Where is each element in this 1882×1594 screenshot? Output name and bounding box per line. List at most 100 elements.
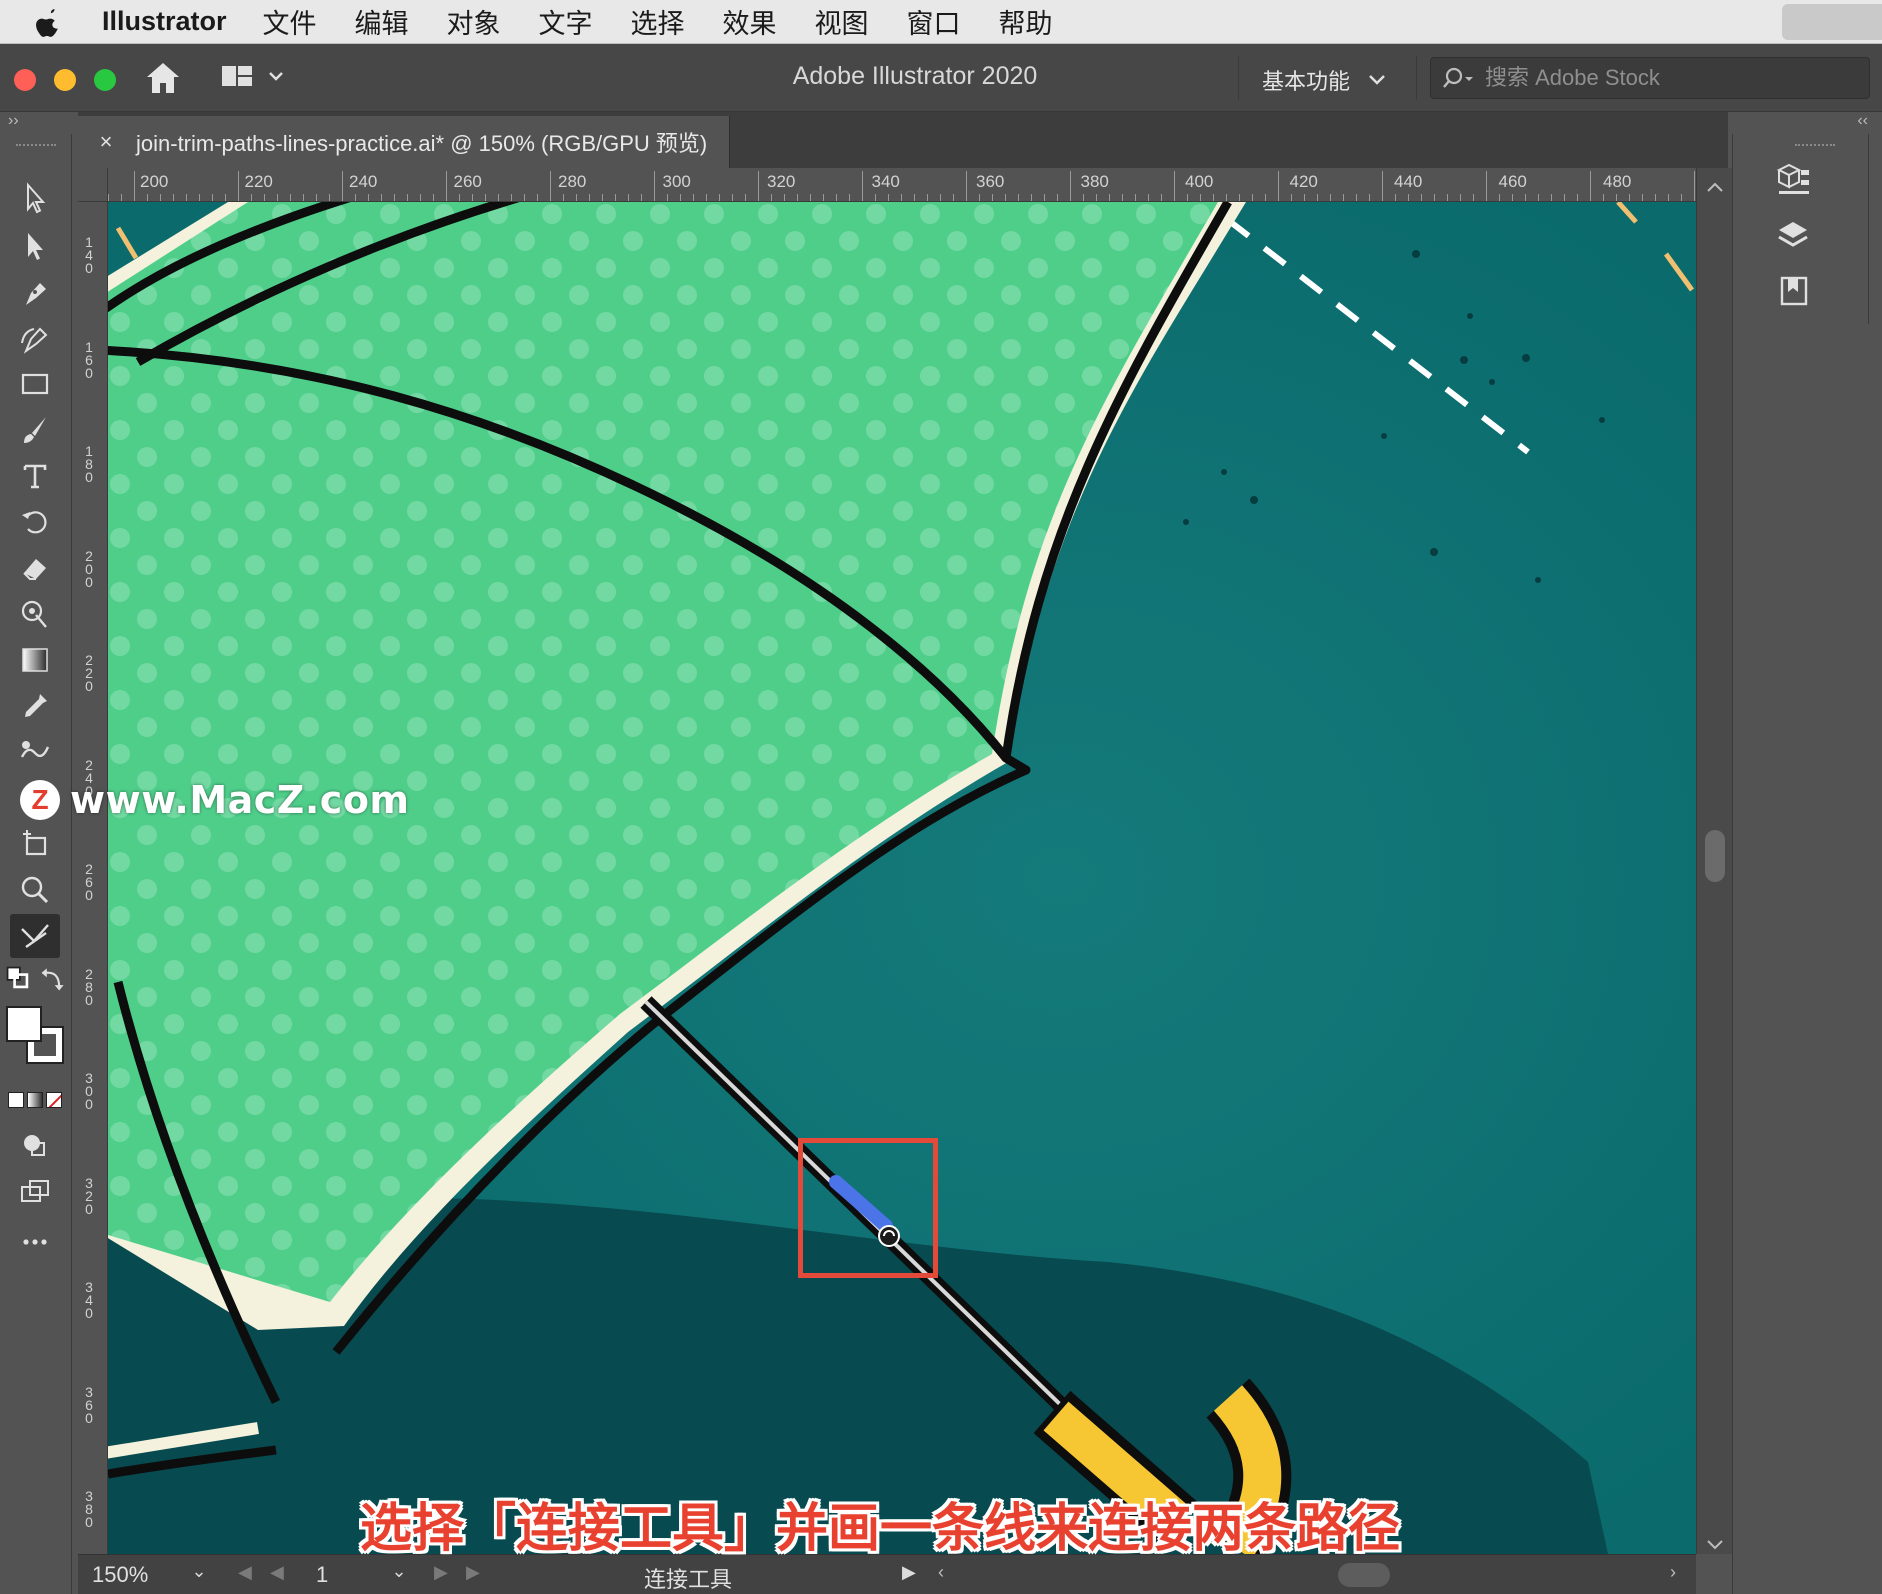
ruler-tick (966, 171, 967, 201)
ruler-tick (1408, 194, 1409, 201)
first-artboard-icon[interactable]: ◀ (238, 1562, 252, 1583)
fill-stroke-swatch[interactable] (6, 1006, 64, 1064)
ruler-tick (784, 194, 785, 201)
selection-tool-icon[interactable] (10, 176, 60, 220)
ruler-tick (1343, 194, 1344, 201)
status-menu-icon[interactable]: ▶ (902, 1562, 916, 1583)
menu-select[interactable]: 选择 (631, 2, 685, 41)
adobe-stock-search[interactable] (1430, 57, 1870, 99)
gradient-mode-icon[interactable] (27, 1092, 43, 1108)
stock-search-input[interactable] (1485, 65, 1855, 91)
ruler-tick (1187, 194, 1188, 201)
ruler-tick (1070, 171, 1071, 201)
scroll-left-icon[interactable]: ‹ (938, 1562, 944, 1583)
close-window-button[interactable] (14, 69, 36, 91)
apple-icon[interactable] (36, 7, 66, 37)
ruler-tick (979, 194, 980, 201)
rotate-tool-icon[interactable] (10, 500, 60, 544)
vertical-scrollbar[interactable] (1696, 168, 1732, 1554)
type-tool-icon[interactable] (10, 454, 60, 498)
home-icon[interactable] (144, 60, 182, 96)
join-tool-icon[interactable] (10, 914, 60, 958)
close-tab-icon[interactable]: × (88, 129, 124, 155)
ruler-tick (719, 194, 720, 201)
gradient-tool-icon[interactable] (10, 638, 60, 682)
arrange-documents-icon[interactable] (220, 62, 284, 92)
none-mode-icon[interactable] (46, 1092, 62, 1108)
ruler-tick (901, 194, 902, 201)
screen-mode-icon[interactable] (10, 1170, 60, 1214)
previous-artboard-icon[interactable]: ◀ (270, 1562, 284, 1583)
horizontal-ruler[interactable]: 200 220 240 260 280 300 320 340 360 380 … (108, 168, 1696, 202)
menu-object[interactable]: 对象 (447, 2, 501, 41)
scroll-right-icon[interactable]: › (1670, 1562, 1676, 1583)
default-colors-icon[interactable] (4, 964, 34, 994)
pen-tool-icon[interactable] (10, 270, 60, 314)
paintbrush-tool-icon[interactable] (10, 408, 60, 452)
current-tool-status[interactable]: 连接工具 (598, 1560, 898, 1592)
vertical-scroll-thumb[interactable] (1705, 830, 1725, 882)
ruler-tick (498, 194, 499, 201)
chevron-down-icon[interactable]: ⌄ (188, 1561, 210, 1585)
ruler-label: 300 (662, 172, 691, 191)
vertical-ruler[interactable]: 140160180200220240260280300320340360380 (78, 202, 108, 1554)
zoom-level-field[interactable]: 150% (82, 1559, 182, 1591)
collapse-tools-toggle[interactable]: ›› (0, 112, 80, 134)
eyedropper-tool-icon[interactable] (10, 684, 60, 728)
ruler-tick (693, 194, 694, 201)
zoom-tool-icon[interactable] (10, 868, 60, 912)
chevron-down-icon[interactable]: ⌄ (388, 1561, 410, 1585)
properties-panel-icon[interactable] (1769, 158, 1817, 202)
ruler-origin[interactable] (78, 168, 108, 202)
fill-swatch[interactable] (6, 1006, 42, 1042)
ruler-tick (537, 194, 538, 201)
eraser-tool-icon[interactable] (10, 546, 60, 590)
rectangle-tool-icon[interactable] (10, 362, 60, 406)
color-mode-icon[interactable] (8, 1092, 24, 1108)
menu-effect[interactable]: 效果 (723, 2, 777, 41)
ruler-tick (238, 171, 239, 201)
horizontal-scroll-thumb[interactable] (1338, 1563, 1390, 1587)
color-mode-buttons[interactable] (8, 1092, 64, 1112)
edit-toolbar-icon[interactable] (10, 1220, 60, 1264)
ruler-tick (1551, 194, 1552, 201)
menu-window[interactable]: 窗口 (907, 2, 961, 41)
panel-grip[interactable] (1795, 144, 1835, 150)
artboard-canvas[interactable] (108, 202, 1696, 1554)
blend-tool-icon[interactable] (10, 730, 60, 774)
zoom-level-value: 150% (92, 1562, 149, 1587)
menu-edit[interactable]: 编辑 (355, 2, 409, 41)
menu-help[interactable]: 帮助 (999, 2, 1053, 41)
swap-colors-icon[interactable] (38, 964, 68, 994)
next-artboard-icon[interactable]: ▶ (434, 1562, 448, 1583)
collapse-dock-toggle[interactable]: ‹‹ (1732, 112, 1882, 134)
curvature-tool-icon[interactable] (10, 316, 60, 360)
zoom-window-button[interactable] (94, 69, 116, 91)
ruler-tick (355, 194, 356, 201)
menu-type[interactable]: 文字 (539, 2, 593, 41)
ruler-label: 420 (1289, 172, 1318, 191)
artboard-number-value: 1 (316, 1562, 329, 1587)
ruler-tick (459, 194, 460, 201)
scroll-up-icon[interactable] (1697, 176, 1733, 200)
direct-selection-tool-icon[interactable] (10, 224, 60, 268)
last-artboard-icon[interactable]: ▶ (466, 1562, 480, 1583)
scroll-down-icon[interactable] (1697, 1532, 1733, 1556)
artboard-number-field[interactable]: 1 (308, 1559, 388, 1591)
drawing-modes-icon[interactable] (10, 1124, 60, 1168)
minimize-window-button[interactable] (54, 69, 76, 91)
menu-view[interactable]: 视图 (815, 2, 869, 41)
puppet-warp-tool-icon[interactable] (10, 592, 60, 636)
panel-grip[interactable] (16, 144, 56, 150)
layers-panel-icon[interactable] (1769, 214, 1817, 258)
ruler-tick (277, 194, 278, 201)
umbrella-artwork (108, 202, 1696, 1554)
ruler-tick (1265, 194, 1266, 201)
menu-app-name[interactable]: Illustrator (102, 6, 227, 37)
workspace-switcher[interactable]: 基本功能 (1262, 64, 1386, 96)
libraries-panel-icon[interactable] (1769, 268, 1817, 312)
document-tab[interactable]: × join-trim-paths-lines-practice.ai* @ 1… (78, 116, 730, 168)
menu-file[interactable]: 文件 (263, 2, 317, 41)
artboard-tool-icon[interactable] (10, 822, 60, 866)
ruler-tick (420, 194, 421, 201)
